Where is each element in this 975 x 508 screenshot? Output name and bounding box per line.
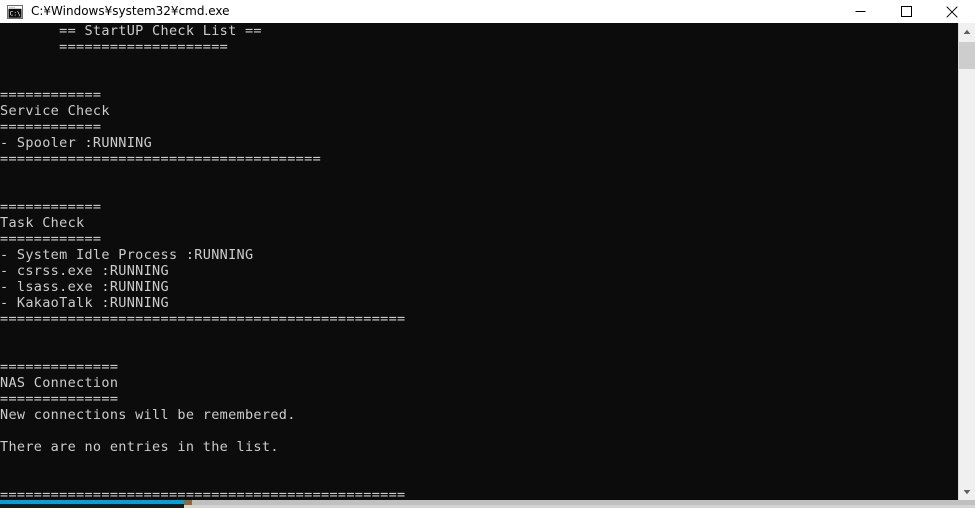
console-line: Task Check bbox=[0, 215, 85, 231]
minimize-button[interactable] bbox=[837, 0, 883, 23]
maximize-button[interactable] bbox=[883, 0, 929, 23]
console-line: There are no entries in the list. bbox=[0, 439, 279, 455]
console-line: Service Check bbox=[0, 103, 110, 119]
console-line: ========================================… bbox=[0, 311, 406, 327]
taskbar-strip[interactable] bbox=[0, 500, 975, 508]
console-line: ============== bbox=[0, 391, 119, 407]
console-line: ============ bbox=[0, 119, 102, 135]
console-line: ====================================== bbox=[0, 151, 322, 167]
title-bar[interactable]: C:\ C:¥Windows¥system32¥cmd.exe bbox=[0, 0, 975, 24]
console-line: - Spooler :RUNNING bbox=[0, 135, 153, 151]
console-line: - System Idle Process :RUNNING bbox=[0, 247, 254, 263]
console-line: == StartUP Check List == bbox=[0, 23, 262, 39]
console-line: ============ bbox=[0, 87, 102, 103]
console-line: ========================================… bbox=[0, 487, 406, 500]
console-line: - csrss.exe :RUNNING bbox=[0, 263, 169, 279]
scroll-down-arrow-icon[interactable] bbox=[959, 483, 975, 500]
taskbar-strip-dark bbox=[0, 504, 184, 508]
console-output-area[interactable]: == StartUP Check List == ===============… bbox=[0, 23, 958, 500]
window-controls bbox=[837, 0, 975, 23]
console-line: ============== bbox=[0, 359, 119, 375]
console-line: ============ bbox=[0, 231, 102, 247]
window-title: C:¥Windows¥system32¥cmd.exe bbox=[31, 4, 230, 18]
cmd-window: C:\ C:¥Windows¥system32¥cmd.exe == Start… bbox=[0, 0, 975, 508]
close-button[interactable] bbox=[929, 0, 975, 23]
svg-text:C:\: C:\ bbox=[10, 10, 21, 17]
console-text: == StartUP Check List == ===============… bbox=[0, 23, 958, 500]
console-line: NAS Connection bbox=[0, 375, 119, 391]
scroll-up-arrow-icon[interactable] bbox=[959, 23, 975, 40]
console-line: New connections will be remembered. bbox=[0, 407, 296, 423]
cmd-console-icon: C:\ bbox=[7, 4, 23, 20]
console-line: - lsass.exe :RUNNING bbox=[0, 279, 169, 295]
scrollbar-thumb[interactable] bbox=[959, 42, 975, 69]
console-line: ============ bbox=[0, 199, 102, 215]
console-line: ==================== bbox=[0, 39, 229, 55]
console-line: - KakaoTalk :RUNNING bbox=[0, 295, 169, 311]
vertical-scrollbar[interactable] bbox=[958, 23, 975, 500]
